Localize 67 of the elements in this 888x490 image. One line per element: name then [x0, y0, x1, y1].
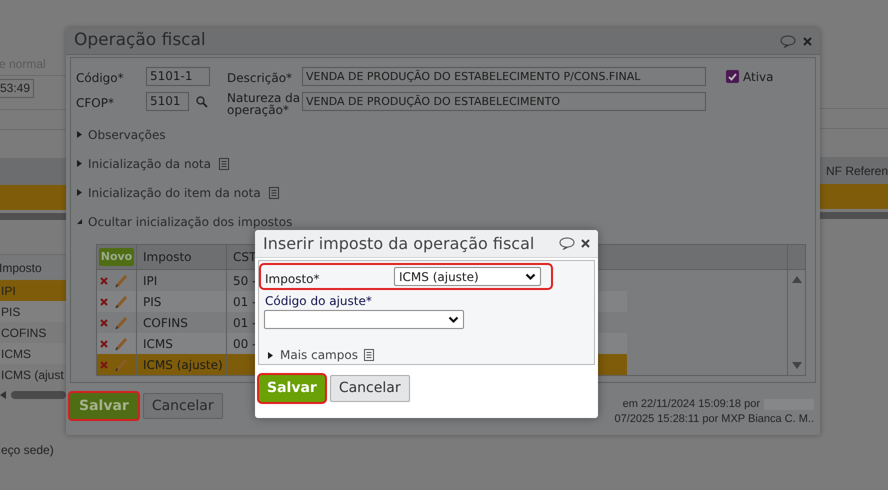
field-label: Descrição*	[227, 70, 294, 87]
nature-field[interactable]: VENDA DE PRODUÇÃO DO ESTABELECIMENTO	[302, 92, 706, 111]
table-row[interactable]: PIS	[0, 301, 66, 322]
pencil-icon[interactable]	[115, 316, 128, 330]
triangle-right-icon	[76, 188, 83, 197]
delete-icon[interactable]	[100, 340, 108, 348]
field-label: Código do ajuste*	[265, 293, 373, 310]
section-toggle[interactable]: Observações	[76, 126, 166, 144]
save-button[interactable]: Salvar	[257, 373, 327, 404]
search-icon[interactable]	[196, 96, 208, 108]
delete-icon[interactable]	[100, 360, 108, 368]
table-row[interactable]: IPI	[0, 280, 66, 301]
delete-icon[interactable]	[100, 318, 108, 326]
field-label: Natureza da operação*	[227, 92, 302, 116]
triangle-down-icon	[76, 217, 83, 226]
chevron-down-icon	[448, 316, 459, 324]
triangle-right-icon	[76, 130, 83, 139]
column-header: NF Referen	[820, 157, 888, 184]
triangle-right-icon	[76, 159, 83, 168]
description-field[interactable]: VENDA DE PRODUÇÃO DO ESTABELECIMENTO P/CONS.FINAL	[302, 67, 706, 86]
field-label: Código*	[76, 70, 125, 87]
table-row[interactable]: ICMS	[0, 343, 66, 364]
audit-text: em 22/11/2024 15:09:18 por	[622, 397, 760, 412]
adjustment-code-select[interactable]	[264, 310, 464, 329]
new-button[interactable]: Novo	[98, 248, 134, 266]
pencil-icon[interactable]	[115, 336, 128, 350]
table-header: Imposto	[0, 255, 66, 280]
triangle-right-icon	[267, 350, 274, 360]
cancel-button[interactable]: Cancelar	[330, 375, 410, 402]
column-header: Imposto	[137, 245, 227, 269]
time-field[interactable]: 53:49	[0, 79, 34, 98]
section-toggle[interactable]: Mais campos	[267, 346, 358, 364]
tax-select[interactable]: ICMS (ajuste)	[394, 267, 541, 286]
dialog-title: Operação fiscal	[74, 29, 206, 52]
scrollbar[interactable]	[787, 245, 805, 375]
note-icon[interactable]	[218, 158, 229, 170]
audit-text: 07/2025 15:28:11 por MXP Bianca C. M..	[614, 412, 814, 427]
speech-bubble-icon[interactable]	[559, 237, 575, 250]
close-icon[interactable]	[581, 239, 590, 248]
save-button[interactable]: Salvar	[68, 391, 140, 421]
address-text: eço sede)	[0, 442, 55, 459]
table-cell: ICMS (ajuste)	[137, 354, 227, 375]
cancel-button[interactable]: Cancelar	[142, 393, 223, 419]
checkbox-label: Ativa	[743, 68, 774, 86]
pencil-icon[interactable]	[115, 274, 128, 288]
section-toggle[interactable]: Inicialização da nota	[76, 154, 211, 172]
header-bar	[0, 158, 66, 185]
pencil-icon[interactable]	[115, 294, 128, 308]
scrollbar-track	[0, 213, 66, 220]
field-label: Imposto*	[265, 270, 320, 288]
chevron-down-icon	[525, 272, 536, 280]
code-field[interactable]: 5101-1	[146, 67, 210, 86]
note-icon[interactable]	[268, 186, 279, 198]
note-icon[interactable]	[364, 349, 374, 361]
delete-icon[interactable]	[100, 276, 108, 284]
speech-bubble-icon[interactable]	[780, 34, 796, 48]
pencil-icon[interactable]	[115, 358, 128, 372]
scrollbar[interactable]	[0, 391, 66, 399]
cfop-field[interactable]: 5101	[146, 92, 189, 111]
field-label: CFOP*	[76, 95, 115, 112]
active-checkbox[interactable]	[726, 70, 739, 83]
delete-icon[interactable]	[100, 298, 108, 306]
column-header: CST	[232, 249, 256, 266]
scrollbar-track	[820, 212, 888, 219]
section-toggle[interactable]: Ocultar inicialização dos impostos	[76, 212, 292, 230]
section-toggle[interactable]: Inicialização do item da nota	[76, 184, 261, 202]
modal-title: Inserir imposto da operação fiscal	[263, 232, 534, 254]
